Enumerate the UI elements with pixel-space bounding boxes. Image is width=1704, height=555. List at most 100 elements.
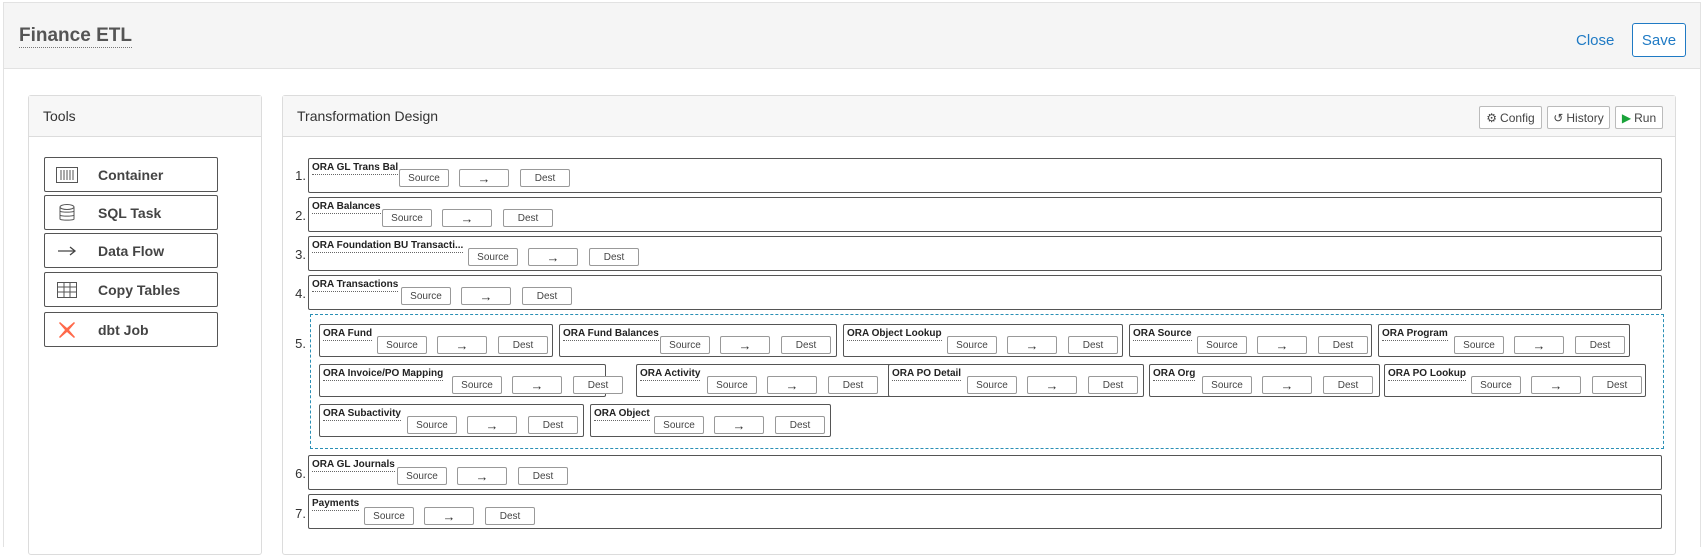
dest-chip[interactable]: Dest (528, 416, 578, 434)
dest-chip[interactable]: Dest (1575, 336, 1625, 354)
dest-chip[interactable]: Dest (1318, 336, 1368, 354)
task-row[interactable]: ORA GL Trans Bal Source → Dest (308, 158, 1662, 193)
task-name[interactable]: ORA Subactivity (323, 408, 401, 421)
arrow-chip[interactable]: → (1514, 336, 1564, 354)
dest-chip[interactable]: Dest (781, 336, 831, 354)
dest-chip[interactable]: Dest (1068, 336, 1118, 354)
dest-chip[interactable]: Dest (518, 467, 568, 485)
source-chip[interactable]: Source (1197, 336, 1247, 354)
arrow-chip[interactable]: → (459, 169, 509, 187)
dest-chip[interactable]: Dest (775, 416, 825, 434)
source-chip[interactable]: Source (452, 376, 502, 394)
arrow-chip[interactable]: → (457, 467, 507, 485)
source-chip[interactable]: Source (660, 336, 710, 354)
source-chip[interactable]: Source (399, 169, 449, 187)
source-chip[interactable]: Source (468, 248, 518, 266)
task-name[interactable]: ORA Source (1133, 328, 1192, 341)
source-chip[interactable]: Source (947, 336, 997, 354)
dest-chip[interactable]: Dest (1088, 376, 1138, 394)
arrow-chip[interactable]: → (1257, 336, 1307, 354)
task-name[interactable]: ORA PO Lookup (1388, 368, 1466, 381)
task-row[interactable]: Payments Source → Dest (308, 494, 1662, 529)
arrow-chip[interactable]: → (528, 248, 578, 266)
dest-chip[interactable]: Dest (1592, 376, 1642, 394)
child-task[interactable]: ORA Subactivity Source → Dest (319, 404, 584, 437)
dest-chip[interactable]: Dest (522, 287, 572, 305)
arrow-chip[interactable]: → (714, 416, 764, 434)
config-button[interactable]: ⚙ Config (1479, 106, 1542, 129)
dest-chip[interactable]: Dest (503, 209, 553, 227)
dest-chip[interactable]: Dest (498, 336, 548, 354)
task-row[interactable]: ORA GL Journals Source → Dest (308, 455, 1662, 490)
close-button[interactable]: Close (1576, 32, 1614, 49)
task-name[interactable]: ORA PO Detail (892, 368, 962, 381)
history-button[interactable]: ↺ History (1547, 106, 1610, 129)
arrow-chip[interactable]: → (767, 376, 817, 394)
save-button[interactable]: Save (1632, 23, 1686, 57)
source-chip[interactable]: Source (1471, 376, 1521, 394)
child-task[interactable]: ORA Object Lookup Source → Dest (843, 324, 1123, 357)
arrow-chip[interactable]: → (437, 336, 487, 354)
child-task[interactable]: ORA Org Source → Dest (1149, 364, 1380, 397)
child-task[interactable]: ORA Fund Source → Dest (319, 324, 553, 357)
child-task[interactable]: ORA Source Source → Dest (1129, 324, 1372, 357)
tool-dbt-job[interactable]: dbt Job (44, 312, 218, 347)
task-name[interactable]: ORA Foundation BU Transacti... (312, 240, 464, 253)
tool-copy-tables[interactable]: Copy Tables (44, 272, 218, 307)
source-chip[interactable]: Source (382, 209, 432, 227)
child-task[interactable]: ORA PO Lookup Source → Dest (1384, 364, 1646, 397)
task-name[interactable]: ORA Fund Balances (563, 328, 659, 341)
source-chip[interactable]: Source (397, 467, 447, 485)
app-title[interactable]: Finance ETL (19, 25, 132, 48)
arrow-chip[interactable]: → (424, 507, 474, 525)
dest-chip[interactable]: Dest (573, 376, 623, 394)
child-task[interactable]: ORA Fund Balances Source → Dest (559, 324, 837, 357)
arrow-chip[interactable]: → (1262, 376, 1312, 394)
source-chip[interactable]: Source (967, 376, 1017, 394)
task-name[interactable]: ORA Activity (640, 368, 701, 381)
source-chip[interactable]: Source (707, 376, 757, 394)
task-name[interactable]: ORA Transactions (312, 279, 399, 292)
source-chip[interactable]: Source (1454, 336, 1504, 354)
dest-chip[interactable]: Dest (589, 248, 639, 266)
task-row[interactable]: ORA Balances Source → Dest (308, 197, 1662, 232)
task-name[interactable]: ORA Object (594, 408, 650, 421)
task-name[interactable]: ORA Org (1153, 368, 1196, 381)
arrow-chip[interactable]: → (467, 416, 517, 434)
task-name[interactable]: Payments (312, 498, 360, 511)
task-name[interactable]: ORA GL Trans Bal (312, 162, 399, 175)
arrow-chip[interactable]: → (512, 376, 562, 394)
task-name[interactable]: ORA Object Lookup (847, 328, 942, 341)
dest-chip[interactable]: Dest (485, 507, 535, 525)
source-chip[interactable]: Source (364, 507, 414, 525)
tool-container[interactable]: Container (44, 157, 218, 192)
dest-chip[interactable]: Dest (1323, 376, 1373, 394)
child-task[interactable]: ORA Activity Source → Dest (636, 364, 892, 397)
task-name[interactable]: ORA Invoice/PO Mapping (323, 368, 444, 381)
task-row[interactable]: ORA Transactions Source → Dest (308, 275, 1662, 310)
arrow-chip[interactable]: → (442, 209, 492, 227)
source-chip[interactable]: Source (401, 287, 451, 305)
source-chip[interactable]: Source (654, 416, 704, 434)
arrow-chip[interactable]: → (720, 336, 770, 354)
child-task[interactable]: ORA Object Source → Dest (590, 404, 831, 437)
source-chip[interactable]: Source (1202, 376, 1252, 394)
child-task[interactable]: ORA Program Source → Dest (1378, 324, 1630, 357)
task-name[interactable]: ORA Balances (312, 201, 381, 214)
dest-chip[interactable]: Dest (828, 376, 878, 394)
task-name[interactable]: ORA GL Journals (312, 459, 395, 472)
task-name[interactable]: ORA Fund (323, 328, 373, 341)
child-task[interactable]: ORA PO Detail Source → Dest (888, 364, 1144, 397)
dest-chip[interactable]: Dest (520, 169, 570, 187)
source-chip[interactable]: Source (407, 416, 457, 434)
tool-sql-task[interactable]: SQL Task (44, 195, 218, 230)
container-group[interactable]: ORA Fund Source → Dest ORA Fund Balances… (310, 314, 1664, 449)
run-button[interactable]: ▶ Run (1615, 106, 1663, 129)
tool-data-flow[interactable]: Data Flow (44, 233, 218, 268)
arrow-chip[interactable]: → (461, 287, 511, 305)
arrow-chip[interactable]: → (1027, 376, 1077, 394)
task-name[interactable]: ORA Program (1382, 328, 1448, 341)
arrow-chip[interactable]: → (1531, 376, 1581, 394)
arrow-chip[interactable]: → (1007, 336, 1057, 354)
source-chip[interactable]: Source (377, 336, 427, 354)
